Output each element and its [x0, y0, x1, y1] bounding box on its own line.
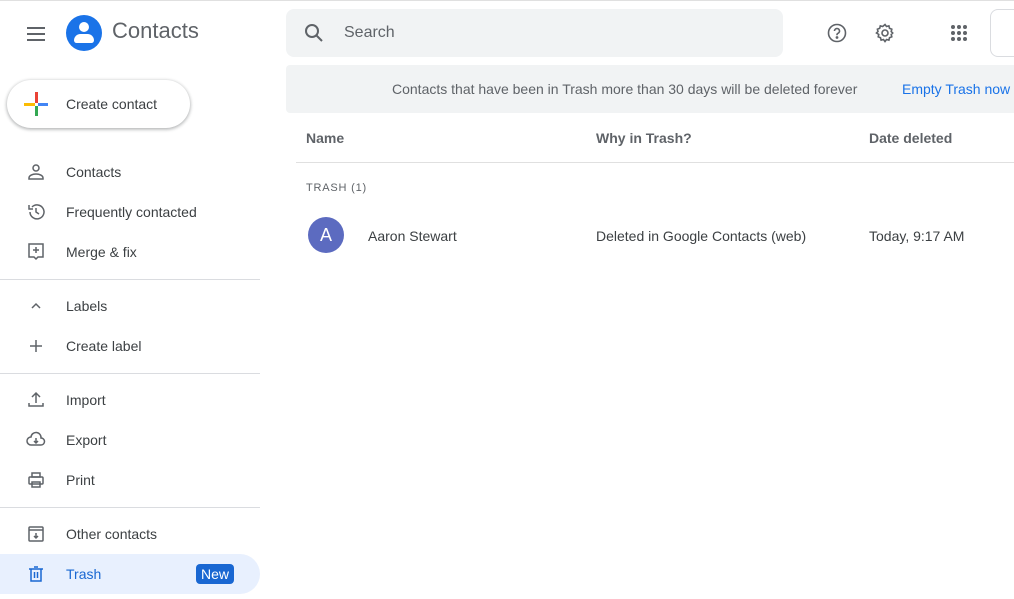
archive-icon [28, 526, 44, 542]
account-avatar-button[interactable] [990, 9, 1014, 57]
column-header-date: Date deleted [869, 130, 953, 146]
help-icon[interactable] [825, 21, 849, 45]
sidebar-divider [0, 373, 260, 374]
sidebar-item-trash[interactable]: Trash New [0, 554, 260, 594]
sidebar-divider [0, 507, 260, 508]
search-bar[interactable] [286, 9, 783, 57]
date-deleted: Today, 9:17 AM [869, 228, 965, 244]
avatar: A [308, 217, 344, 253]
sidebar-item-label: Create label [66, 338, 142, 354]
search-input[interactable] [344, 21, 764, 45]
sidebar-item-label: Trash [66, 566, 102, 582]
sidebar-item-print[interactable]: Print [0, 460, 260, 500]
contacts-logo-icon[interactable] [66, 15, 102, 51]
sidebar-item-export[interactable]: Export [0, 420, 260, 460]
logo-body [74, 34, 94, 43]
sidebar-item-import[interactable]: Import [0, 380, 260, 420]
sidebar-item-label: Print [66, 472, 95, 488]
sidebar-item-label: Export [66, 432, 107, 448]
section-label: TRASH (1) [306, 182, 367, 194]
upload-icon [28, 391, 44, 407]
table-row[interactable]: A Aaron Stewart Deleted in Google Contac… [296, 212, 1014, 258]
empty-trash-button[interactable]: Empty Trash now [902, 81, 1010, 97]
logo-head [79, 22, 89, 32]
menu-bar [27, 39, 45, 41]
header-divider [296, 162, 1014, 163]
printer-icon [28, 472, 44, 488]
trash-icon [29, 566, 43, 582]
person-icon [28, 164, 44, 180]
sidebar-item-merge-fix[interactable]: Merge & fix [0, 232, 260, 272]
sidebar-item-label: Contacts [66, 164, 122, 180]
search-icon[interactable] [303, 22, 325, 44]
column-header-name: Name [306, 130, 345, 146]
sidebar-item-label: Labels [66, 298, 108, 314]
create-contact-button[interactable]: Create contact [7, 80, 190, 128]
sidebar-item-label: Merge & fix [66, 244, 137, 260]
trash-info-banner: Contacts that have been in Trash more th… [286, 65, 1014, 113]
app-title[interactable]: Contacts [112, 18, 199, 44]
sidebar-divider [0, 279, 260, 280]
menu-bar [27, 27, 45, 29]
plus-color-icon [24, 92, 48, 116]
settings-gear-icon[interactable] [873, 21, 897, 45]
chevron-up-icon [31, 302, 41, 309]
main-menu-button[interactable] [24, 22, 48, 46]
sidebar-item-other-contacts[interactable]: Other contacts [0, 514, 260, 554]
merge-fix-icon [28, 243, 44, 261]
column-header-why: Why in Trash? [596, 130, 692, 146]
cloud-download-icon [26, 431, 46, 446]
top-border [0, 0, 1014, 1]
contact-name: Aaron Stewart [368, 228, 457, 244]
sidebar-item-contacts[interactable]: Contacts [0, 152, 260, 192]
sidebar-item-frequently-contacted[interactable]: Frequently contacted [0, 192, 260, 232]
sidebar-item-labels[interactable]: Labels [0, 286, 260, 326]
why-in-trash: Deleted in Google Contacts (web) [596, 228, 807, 244]
apps-grid-icon[interactable] [947, 21, 971, 45]
new-badge: New [196, 564, 235, 584]
sidebar-item-create-label[interactable]: Create label [0, 326, 260, 366]
sidebar-item-label: Other contacts [66, 526, 158, 542]
plus-icon [30, 340, 42, 352]
create-contact-label: Create contact [66, 96, 158, 112]
history-icon [28, 204, 45, 220]
sidebar-item-label: Frequently contacted [66, 204, 197, 220]
sidebar-item-label: Import [66, 392, 106, 408]
menu-bar [27, 33, 45, 35]
banner-message: Contacts that have been in Trash more th… [392, 81, 858, 97]
